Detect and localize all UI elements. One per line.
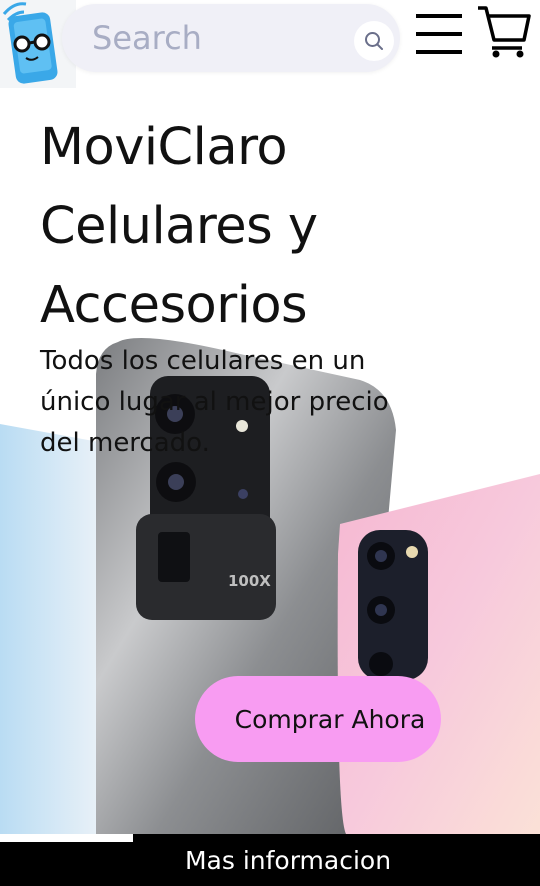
svg-text:100X: 100X (228, 572, 271, 590)
header (0, 0, 540, 88)
menu-button[interactable] (414, 12, 464, 56)
search-input[interactable] (92, 16, 342, 60)
hero-title: MoviClaro Celulares y Accesorios (40, 108, 460, 345)
search-bar (62, 4, 400, 72)
info-bar: Mas informacion (0, 834, 540, 886)
more-info-link[interactable]: Mas informacion (0, 834, 540, 886)
buy-now-button[interactable]: Comprar Ahora (195, 676, 441, 762)
hero-subtitle: Todos los celulares en un único lugar al… (40, 346, 389, 458)
search-icon (365, 32, 383, 50)
shopping-cart-icon (478, 6, 531, 58)
cart-button[interactable] (476, 4, 532, 60)
search-button[interactable] (354, 21, 394, 61)
hamburger-menu-icon (416, 14, 462, 54)
hero-title-line-1: MoviClaro (40, 118, 288, 177)
hero-title-line-2: Celulares y (40, 197, 318, 256)
hero-title-line-3: Accesorios (40, 276, 308, 335)
